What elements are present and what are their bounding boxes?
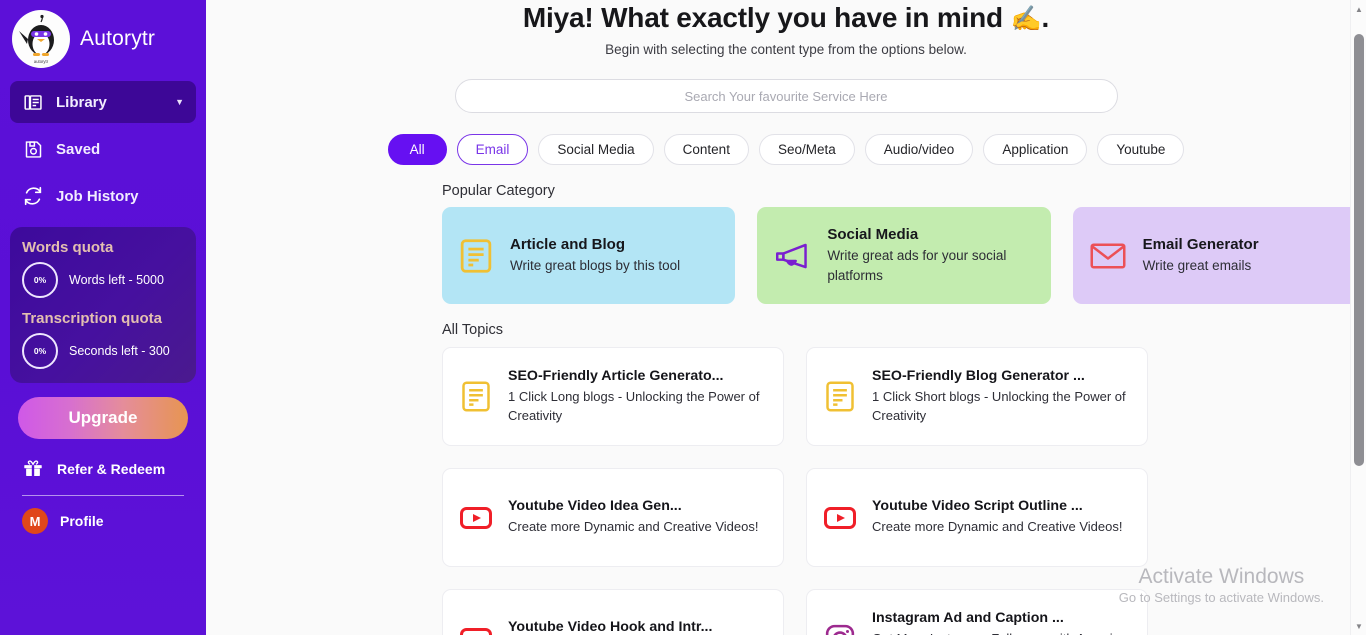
sidebar-item-label: Job History: [56, 188, 184, 205]
svg-text:autorytr: autorytr: [34, 59, 49, 64]
chevron-down-icon[interactable]: ▼: [175, 97, 184, 107]
words-quota-ring: 0%: [22, 262, 58, 298]
save-disk-icon: [22, 138, 44, 160]
topic-card-title: SEO-Friendly Blog Generator ...: [872, 368, 1131, 384]
popular-category-cards: Article and Blog Write great blogs by th…: [206, 207, 1366, 304]
scroll-down-arrow-icon[interactable]: ▼: [1351, 617, 1366, 635]
instagram-icon: [823, 624, 857, 635]
all-topics-label: All Topics: [442, 322, 1366, 338]
penguin-logo: autorytr: [12, 10, 70, 68]
sidebar-item-library[interactable]: Library ▼: [10, 81, 196, 123]
vertical-scrollbar[interactable]: ▲ ▼: [1350, 0, 1366, 635]
topic-card-instagram-ad-and-caption[interactable]: Instagram Ad and Caption ... Get More In…: [806, 589, 1148, 635]
youtube-icon: [459, 506, 493, 530]
search-input[interactable]: [455, 79, 1118, 113]
app-root: autorytr Autorytr Library ▼: [0, 0, 1366, 635]
sidebar-item-saved[interactable]: Saved: [10, 128, 196, 170]
popular-card-desc: Write great emails: [1143, 256, 1259, 275]
filter-chip-all[interactable]: All: [388, 134, 447, 165]
search-bar: [206, 79, 1366, 113]
topic-card-seo-friendly-blog-generator[interactable]: SEO-Friendly Blog Generator ... 1 Click …: [806, 347, 1148, 446]
filter-chip-application[interactable]: Application: [983, 134, 1087, 165]
profile-item[interactable]: M Profile: [8, 500, 198, 542]
quota-card: Words quota 0% Words left - 5000 Transcr…: [10, 227, 196, 383]
words-quota-text: Words left - 5000: [69, 273, 164, 287]
all-topics-grid: SEO-Friendly Article Generato... 1 Click…: [206, 347, 1366, 635]
page-title: Miya! What exactly you have in mind ✍️.: [206, 0, 1366, 34]
filter-chip-seo-meta[interactable]: Seo/Meta: [759, 134, 855, 165]
words-quota-title: Words quota: [22, 239, 184, 256]
gift-icon: [22, 456, 44, 483]
transcription-quota-ring: 0%: [22, 333, 58, 369]
transcription-quota-row: 0% Seconds left - 300: [22, 333, 184, 369]
transcription-quota-text: Seconds left - 300: [69, 344, 170, 358]
upgrade-button[interactable]: Upgrade: [18, 397, 188, 439]
topic-card-title: Instagram Ad and Caption ...: [872, 610, 1131, 626]
document-lines-icon: [458, 238, 494, 274]
popular-card-desc: Write great ads for your social platform…: [827, 246, 1034, 284]
filter-chip-audio-video[interactable]: Audio/video: [865, 134, 974, 165]
avatar: M: [22, 508, 48, 534]
popular-card-title: Article and Blog: [510, 236, 680, 253]
sidebar: autorytr Autorytr Library ▼: [0, 0, 206, 635]
document-lines-icon: [459, 380, 493, 413]
popular-card-desc: Write great blogs by this tool: [510, 256, 680, 275]
page-title-text: Miya! What exactly you have in mind: [523, 2, 1003, 33]
topic-card-title: Youtube Video Script Outline ...: [872, 498, 1123, 514]
topic-card-seo-friendly-article-generator[interactable]: SEO-Friendly Article Generato... 1 Click…: [442, 347, 784, 446]
brand-name: Autorytr: [80, 27, 155, 51]
megaphone-icon: [773, 240, 811, 272]
sidebar-item-job-history[interactable]: Job History: [10, 175, 196, 217]
page-subtitle: Begin with selecting the content type fr…: [206, 42, 1366, 57]
brand[interactable]: autorytr Autorytr: [8, 0, 198, 76]
popular-category-label: Popular Category: [442, 183, 1366, 199]
topic-card-desc: Create more Dynamic and Creative Videos!: [508, 517, 759, 536]
topic-card-desc: 1 Click Short blogs - Unlocking the Powe…: [872, 387, 1131, 425]
filter-chip-content[interactable]: Content: [664, 134, 749, 165]
refer-label: Refer & Redeem: [57, 461, 165, 477]
transcription-quota-title: Transcription quota: [22, 310, 184, 327]
topic-card-desc: 1 Click Long blogs - Unlocking the Power…: [508, 387, 767, 425]
sidebar-divider: [22, 495, 184, 496]
youtube-icon: [459, 627, 493, 635]
filter-chips: All Email Social Media Content Seo/Meta …: [206, 134, 1366, 165]
page-title-suffix: .: [1041, 2, 1049, 33]
main-content: Miya! What exactly you have in mind ✍️. …: [206, 0, 1366, 635]
scrollbar-thumb[interactable]: [1354, 34, 1364, 466]
sidebar-nav: Library ▼ Saved: [8, 81, 198, 217]
topic-card-desc: Get More Instagram Followers with Amazin…: [872, 629, 1131, 635]
scroll-up-arrow-icon[interactable]: ▲: [1351, 0, 1366, 18]
topic-card-youtube-video-idea-generator[interactable]: Youtube Video Idea Gen... Create more Dy…: [442, 468, 784, 567]
library-icon: [22, 91, 44, 113]
words-quota-row: 0% Words left - 5000: [22, 262, 184, 298]
topic-card-youtube-video-hook-and-intro[interactable]: Youtube Video Hook and Intr... Create mo…: [442, 589, 784, 635]
topic-card-title: Youtube Video Idea Gen...: [508, 498, 759, 514]
topic-card-youtube-video-script-outline[interactable]: Youtube Video Script Outline ... Create …: [806, 468, 1148, 567]
envelope-icon: [1089, 241, 1127, 271]
refresh-history-icon: [22, 185, 44, 207]
topic-card-title: SEO-Friendly Article Generato...: [508, 368, 767, 384]
topic-card-title: Youtube Video Hook and Intr...: [508, 619, 759, 635]
popular-card-email-generator[interactable]: Email Generator Write great emails: [1073, 207, 1366, 304]
profile-label: Profile: [60, 513, 104, 529]
refer-and-redeem-item[interactable]: Refer & Redeem: [8, 447, 198, 491]
youtube-icon: [823, 506, 857, 530]
popular-card-title: Social Media: [827, 226, 1034, 243]
filter-chip-youtube[interactable]: Youtube: [1097, 134, 1184, 165]
writing-hand-icon: ✍️: [1011, 5, 1042, 33]
popular-card-article-and-blog[interactable]: Article and Blog Write great blogs by th…: [442, 207, 735, 304]
popular-card-title: Email Generator: [1143, 236, 1259, 253]
document-lines-icon: [823, 380, 857, 413]
sidebar-item-label: Saved: [56, 141, 184, 158]
popular-card-social-media[interactable]: Social Media Write great ads for your so…: [757, 207, 1050, 304]
filter-chip-social-media[interactable]: Social Media: [538, 134, 653, 165]
sidebar-item-label: Library: [56, 94, 163, 111]
topic-card-desc: Create more Dynamic and Creative Videos!: [872, 517, 1123, 536]
filter-chip-email[interactable]: Email: [457, 134, 529, 165]
